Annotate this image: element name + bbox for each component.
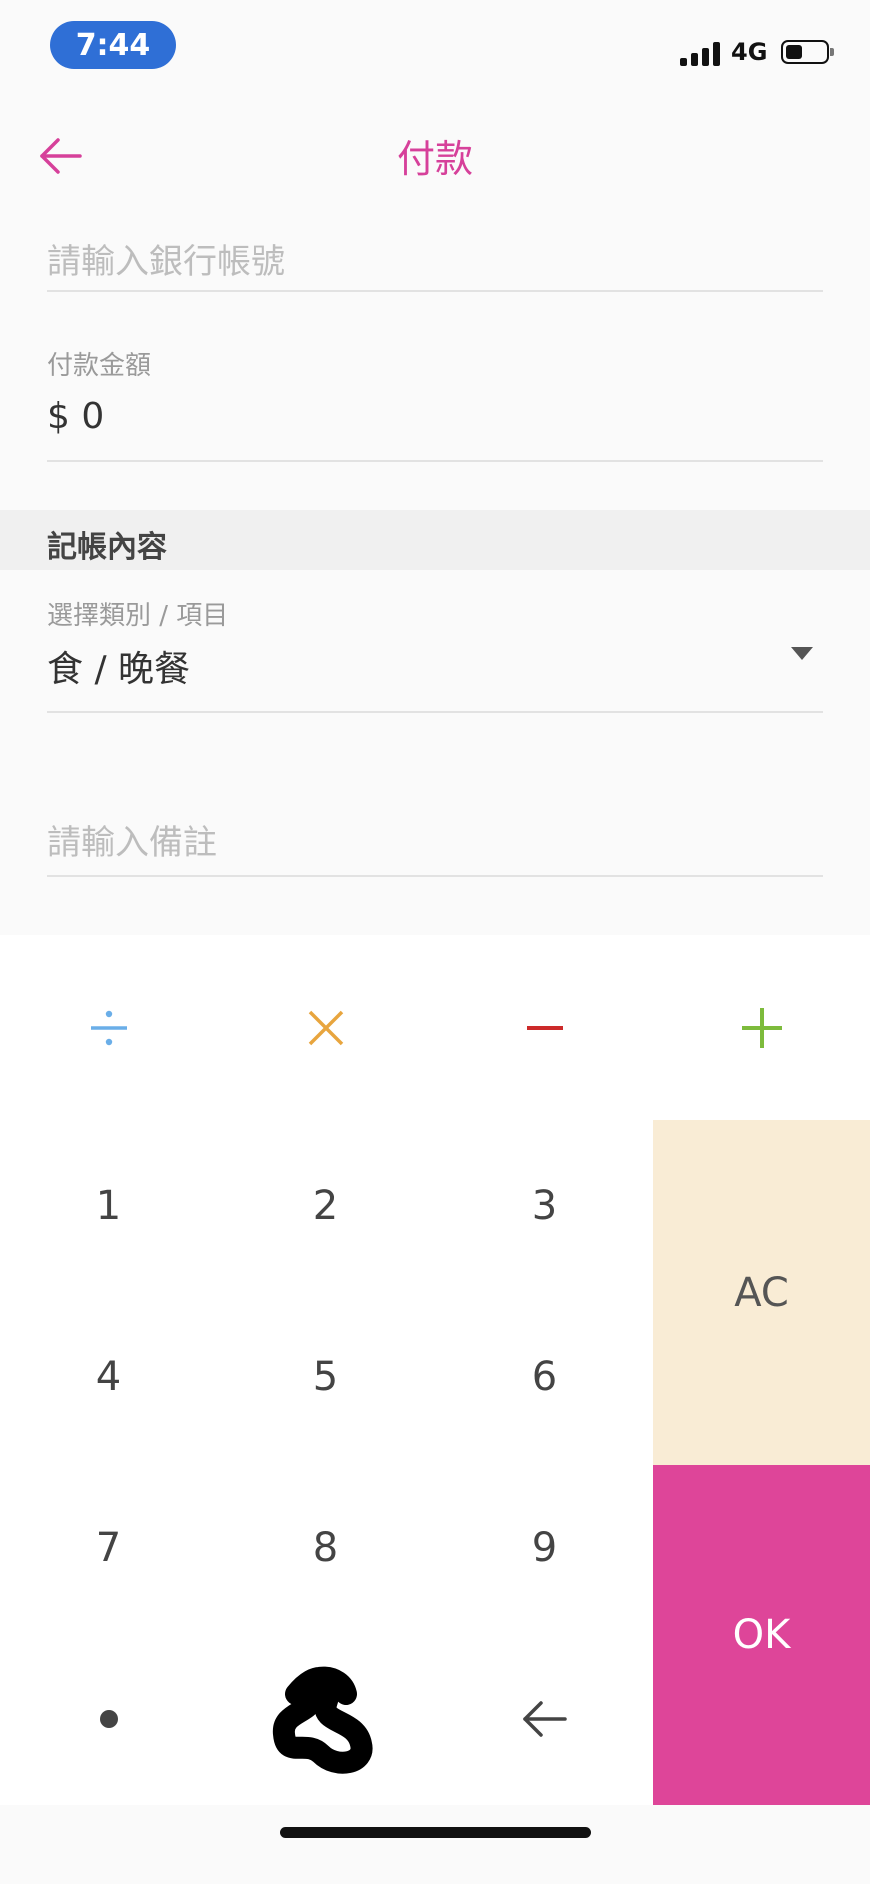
- status-bar: 7:44 4G: [0, 0, 870, 90]
- key-2[interactable]: 2: [217, 1120, 434, 1291]
- key-4[interactable]: 4: [0, 1291, 217, 1462]
- clear-button[interactable]: AC: [653, 1120, 870, 1465]
- chevron-down-icon: [791, 647, 813, 660]
- key-3[interactable]: 3: [436, 1120, 653, 1291]
- key-6[interactable]: 6: [436, 1291, 653, 1462]
- key-0-redacted[interactable]: [217, 1633, 434, 1804]
- ok-button[interactable]: OK: [653, 1465, 870, 1805]
- page-title: 付款: [396, 137, 473, 181]
- divide-icon: [90, 1010, 127, 1045]
- section-header: 記帳內容: [0, 510, 870, 570]
- battery-icon: [781, 40, 834, 64]
- note-placeholder: 請輸入備註: [47, 823, 217, 863]
- network-label: 4G: [731, 38, 768, 66]
- section-title: 記帳內容: [47, 530, 167, 565]
- status-time: 7:44: [50, 21, 176, 69]
- header: 付款: [0, 90, 870, 220]
- backspace-icon: [522, 1700, 567, 1737]
- plus-button[interactable]: [653, 935, 870, 1120]
- signal-icon: [680, 40, 722, 66]
- account-number-field[interactable]: 請輸入銀行帳號: [47, 234, 823, 292]
- key-9[interactable]: 9: [436, 1462, 653, 1633]
- multiply-button[interactable]: [217, 935, 434, 1120]
- key-7[interactable]: 7: [0, 1462, 217, 1633]
- note-field[interactable]: 請輸入備註: [47, 815, 823, 877]
- amount-field[interactable]: 付款金額 $ 0: [47, 345, 823, 462]
- key-1[interactable]: 1: [0, 1120, 217, 1291]
- home-indicator[interactable]: [280, 1827, 591, 1838]
- home-area: [0, 1805, 870, 1884]
- key-5[interactable]: 5: [217, 1291, 434, 1462]
- minus-button[interactable]: [436, 935, 653, 1120]
- category-value: 食 / 晚餐: [47, 649, 191, 690]
- calculator-keypad: 1 2 3 4 5 6 7 8 9 AC OK: [0, 935, 870, 1805]
- key-8[interactable]: 8: [217, 1462, 434, 1633]
- redaction-scribble: [272, 1666, 372, 1774]
- amount-value: $ 0: [47, 396, 105, 437]
- plus-icon: [741, 1007, 782, 1048]
- decimal-button[interactable]: [0, 1633, 217, 1804]
- payment-form: 請輸入銀行帳號 付款金額 $ 0: [0, 220, 870, 510]
- account-number-placeholder: 請輸入銀行帳號: [47, 242, 285, 282]
- category-dropdown[interactable]: 選擇類別 / 項目 食 / 晚餐: [47, 595, 823, 713]
- amount-label: 付款金額: [47, 351, 152, 381]
- minus-icon: [526, 1025, 563, 1030]
- multiply-icon: [308, 1010, 343, 1045]
- category-label: 選擇類別 / 項目: [47, 601, 229, 631]
- divide-button[interactable]: [0, 935, 217, 1120]
- record-form: 選擇類別 / 項目 食 / 晚餐 請輸入備註: [0, 570, 870, 935]
- dot-icon: [99, 1709, 118, 1728]
- backspace-button[interactable]: [436, 1633, 653, 1804]
